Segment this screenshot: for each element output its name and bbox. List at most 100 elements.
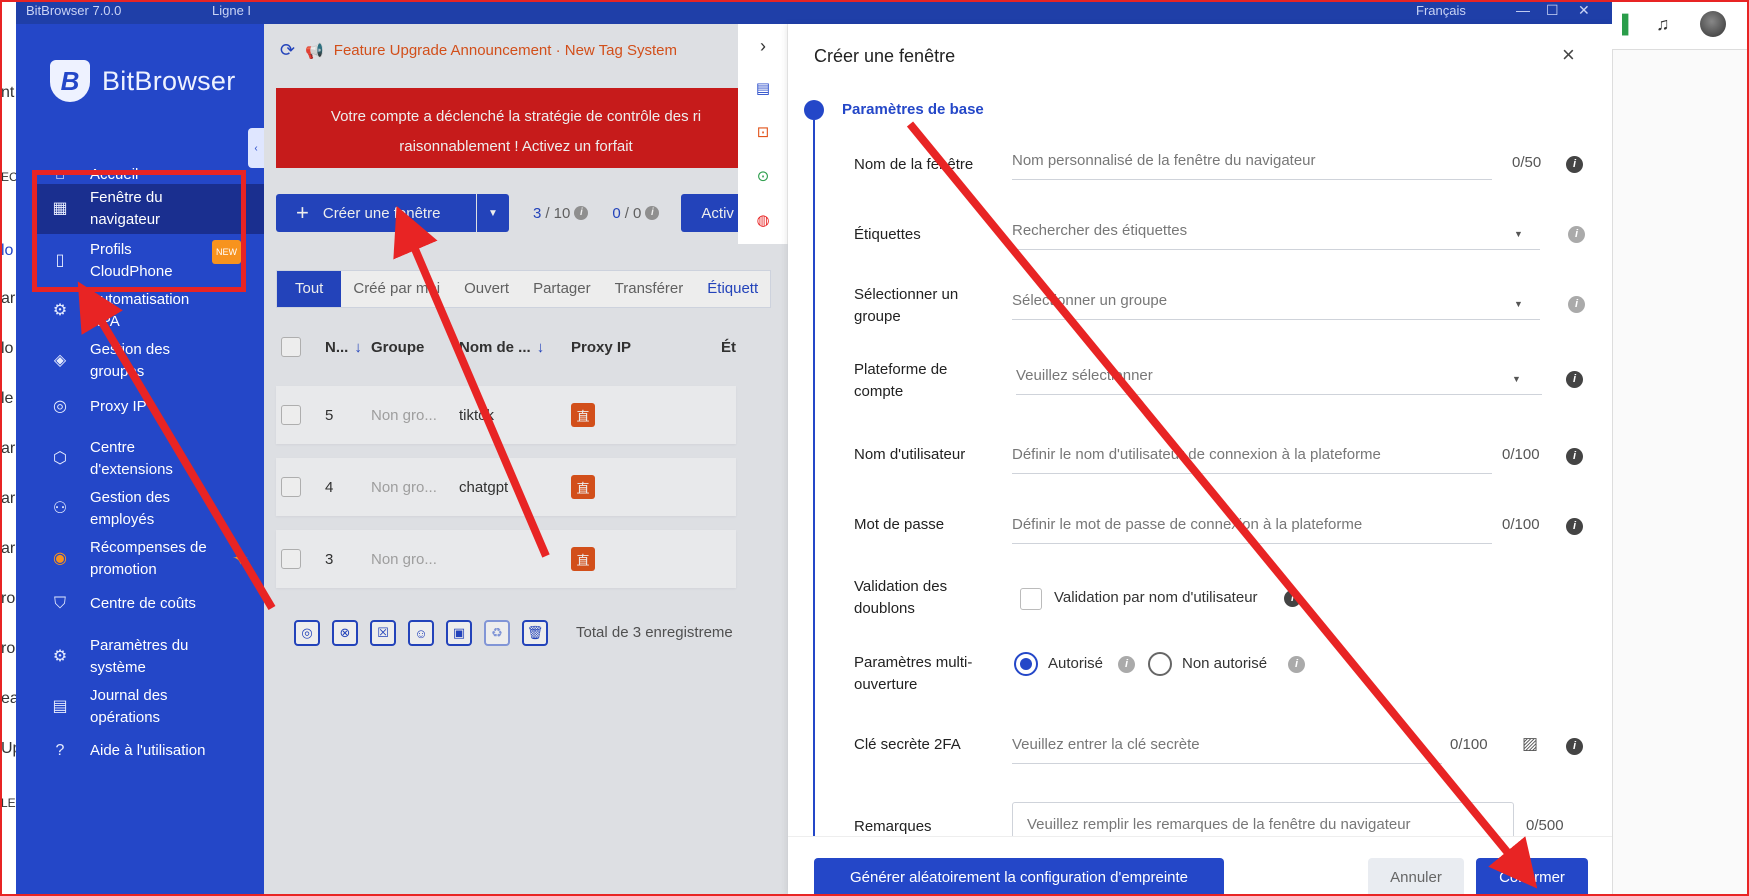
radio-label[interactable]: Autorisé [1048, 655, 1103, 672]
dialog-footer: Générer aléatoirement la configuration d… [788, 836, 1612, 896]
expand-panel-button[interactable]: › [752, 36, 774, 56]
sidebar-item-settings[interactable]: ⚙ Paramètres du système [36, 634, 264, 680]
sidebar-item-label: Gestion des groupes [90, 341, 171, 380]
tags-select[interactable]: Rechercher des étiquettes [1012, 214, 1540, 250]
background-text-fragment: ar [1, 490, 16, 507]
window-sync-icon[interactable]: ▤ [752, 78, 774, 98]
radio-not-allowed[interactable] [1148, 652, 1172, 676]
info-icon[interactable]: i [1566, 371, 1583, 388]
info-icon[interactable]: i [1566, 518, 1583, 535]
username-validation-checkbox[interactable] [1020, 588, 1042, 610]
field-label: Sélectionner un groupe [854, 286, 959, 325]
sidebar-item-label: Paramètres du système [90, 637, 189, 676]
generate-fingerprint-button[interactable]: Générer aléatoirement la configuration d… [814, 858, 1224, 896]
checkbox-label[interactable]: Validation par nom d'utilisateur [1054, 589, 1258, 606]
char-count: 0/100 [1450, 736, 1488, 753]
background-text-fragment: ar [1, 290, 16, 307]
char-count: 0/500 [1526, 817, 1564, 834]
field-label: Nom de la fenêtre [854, 156, 974, 173]
outer-browser-toolbar: ▌ ♫ [1612, 0, 1749, 50]
maximize-icon[interactable]: ☐ [1546, 2, 1559, 19]
window-name-input[interactable]: Nom personnalisé de la fenêtre du naviga… [1012, 144, 1492, 180]
background-text-fragment: LE [1, 796, 16, 810]
step-line [813, 120, 815, 860]
info-icon[interactable]: i [1284, 590, 1301, 607]
background-text-fragment: lo [1, 340, 14, 357]
fingerprint-icon[interactable]: ◍ [752, 210, 774, 230]
sidebar-item-label: Centre de coûts [90, 595, 196, 612]
layers-icon: ◈ [53, 352, 67, 369]
confirm-button[interactable]: Confirmer [1476, 858, 1588, 896]
sidebar-item-label: Automatisation RPA [90, 291, 190, 330]
toggle-icon[interactable]: ⊙ [752, 166, 774, 186]
info-icon[interactable]: i [1566, 156, 1583, 173]
bitbrowser-logo-icon: B [50, 60, 90, 102]
background-text-fragment: nt [1, 84, 15, 101]
sidebar-item-proxy-ip[interactable]: ◎ Proxy IP [36, 392, 264, 422]
background-text-fragment: Up [1, 740, 16, 757]
chevron-down-icon[interactable]: ▼ [1514, 299, 1523, 309]
image-upload-icon[interactable]: ▨ [1522, 734, 1538, 754]
info-icon[interactable]: i [1568, 226, 1585, 243]
radio-label[interactable]: Non autorisé [1182, 655, 1267, 672]
ip-icon[interactable]: ⊡ [752, 122, 774, 142]
cube-icon: ⬡ [53, 450, 67, 467]
info-icon[interactable]: i [1118, 656, 1135, 673]
group-select[interactable]: Sélectionner un groupe [1012, 284, 1540, 320]
extension-icon[interactable]: ▌ [1622, 14, 1635, 35]
sidebar-item-groups[interactable]: ◈ Gestion des groupes [36, 338, 264, 384]
password-input[interactable]: Définir le mot de passe de connexion à l… [1012, 508, 1492, 544]
background-text-fragment: ro [1, 590, 16, 607]
media-control-icon[interactable]: ♫ [1656, 14, 1670, 35]
info-icon[interactable]: i [1566, 738, 1583, 755]
line-selector[interactable]: Ligne I [212, 3, 251, 18]
close-icon[interactable]: ✕ [1578, 2, 1590, 19]
help-icon: ? [55, 742, 65, 759]
background-text-fragment: ar [1, 540, 16, 557]
sidebar-item-extensions[interactable]: ⬡ Centre d'extensions [36, 436, 264, 482]
users-icon: ⚇ [52, 500, 68, 517]
highlight-box [32, 170, 246, 292]
sidebar-item-costs[interactable]: ⛉ Centre de coûts [36, 589, 264, 619]
platform-select[interactable]: Veuillez sélectionner [1016, 359, 1542, 395]
language-selector[interactable]: Français [1416, 3, 1466, 18]
radio-allowed[interactable] [1014, 652, 1038, 676]
gear-icon: ⚙ [52, 648, 68, 665]
shield-icon: ⛉ [53, 595, 66, 612]
sidebar-item-label: Journal des opérations [90, 687, 168, 726]
sidebar: B BitBrowser ⌂ Accueil ▦ Fenêtre du navi… [16, 24, 264, 896]
log-icon: ▤ [52, 698, 68, 715]
sidebar-item-employees[interactable]: ⚇ Gestion des employés [36, 486, 264, 532]
info-icon[interactable]: i [1288, 656, 1305, 673]
char-count: 0/100 [1502, 516, 1540, 533]
info-icon[interactable]: i [1568, 296, 1585, 313]
chevron-down-icon[interactable]: ▼ [1514, 229, 1523, 239]
avatar[interactable] [1700, 11, 1726, 37]
char-count: 0/50 [1512, 154, 1542, 171]
sidebar-item-operations-log[interactable]: ▤ Journal des opérations [36, 684, 264, 730]
username-input[interactable]: Définir le nom d'utilisateur de connexio… [1012, 438, 1492, 474]
background-text-fragment: EC [1, 170, 16, 184]
background-window-edge: nt EC lo ar lo le ar ar ar ro ro ea Up L… [0, 0, 16, 896]
cancel-button[interactable]: Annuler [1368, 858, 1464, 896]
sidebar-collapse-button[interactable]: ‹ [248, 128, 264, 168]
field-label: Plateforme de compte [854, 361, 948, 400]
sidebar-item-rpa[interactable]: ⚙ Automatisation RPA [36, 288, 264, 334]
minimize-icon[interactable]: — [1516, 2, 1530, 18]
field-label: Étiquettes [854, 226, 921, 243]
sidebar-item-promotion[interactable]: ◉ Récompenses de promotion ✦ [36, 536, 264, 582]
close-icon[interactable]: × [1562, 42, 1575, 68]
section-title: Paramètres de base [842, 101, 984, 118]
gift-icon: ◉ [53, 550, 67, 567]
chevron-down-icon[interactable]: ▼ [1512, 374, 1521, 384]
field-label: Paramètres multi-ouverture [854, 654, 973, 693]
sidebar-item-help[interactable]: ? Aide à l'utilisation [36, 736, 264, 766]
field-label: Clé secrète 2FA [854, 736, 961, 753]
robot-icon: ⚙ [52, 302, 68, 319]
create-window-dialog: Créer une fenêtre × Paramètres de base N… [788, 24, 1612, 896]
dialog-title: Créer une fenêtre [814, 46, 956, 66]
2fa-key-input[interactable]: Veuillez entrer la clé secrète [1012, 728, 1442, 764]
info-icon[interactable]: i [1566, 448, 1583, 465]
background-text-fragment: le [1, 390, 14, 407]
sidebar-item-label: Gestion des employés [90, 489, 171, 528]
